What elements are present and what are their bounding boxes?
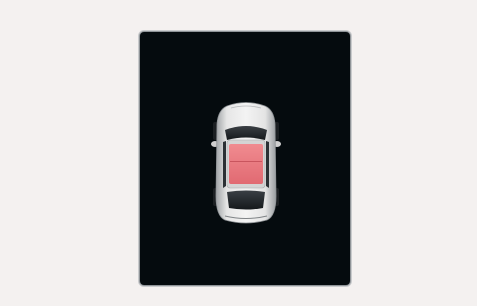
sunroof-rail (230, 161, 262, 162)
rear-window (227, 190, 265, 210)
page-background (0, 0, 477, 306)
car-top-view (211, 100, 281, 224)
left-side-window (223, 141, 226, 188)
right-side-window (266, 141, 269, 188)
sunroof-highlight (229, 144, 263, 184)
vehicle-status-screen (139, 31, 351, 286)
car-top-view-icon (211, 102, 281, 224)
